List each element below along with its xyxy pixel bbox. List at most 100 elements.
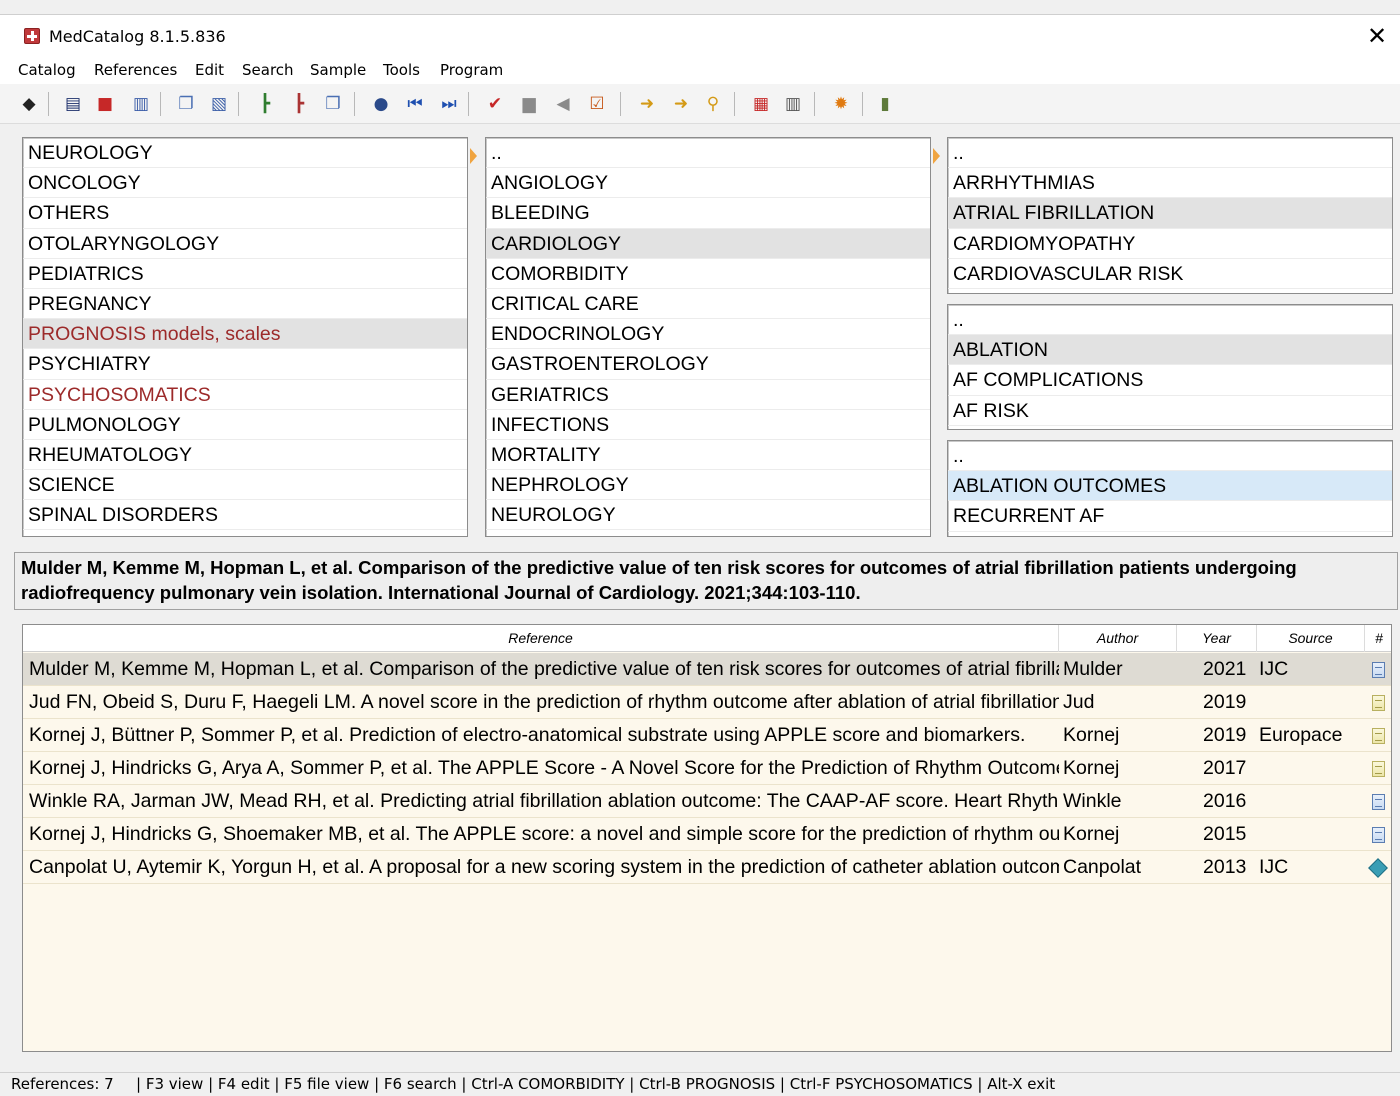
list-item[interactable]: AF COMPLICATIONS — [948, 365, 1392, 396]
yellow-doc-icon[interactable] — [1371, 694, 1385, 711]
list-item[interactable]: CARDIOVASCULAR RISK — [948, 259, 1392, 289]
menu-search[interactable]: Search — [242, 61, 294, 79]
keyboard-shortcuts: | F3 view | F4 edit | F5 file view | F6 … — [136, 1075, 1056, 1093]
export-icon[interactable]: ➜ — [670, 93, 692, 115]
copy-icon[interactable]: ❐ — [175, 93, 197, 115]
list-item[interactable]: SCIENCE — [23, 470, 467, 501]
list-item-parent[interactable]: .. — [948, 441, 1392, 472]
column-header-author[interactable]: Author — [1059, 625, 1177, 652]
list-item[interactable]: PSYCHOSOMATICS — [23, 380, 467, 410]
column-header-source[interactable]: Source — [1257, 625, 1365, 652]
binoculars-icon[interactable]: ● — [370, 93, 392, 115]
column-header-year[interactable]: Year — [1177, 625, 1257, 652]
check-icon[interactable]: ✔ — [484, 93, 506, 115]
column-header-reference[interactable]: Reference — [23, 625, 1059, 652]
list-item-selected[interactable]: PROGNOSIS models, scales — [23, 319, 467, 350]
list-item[interactable]: CARDIOMYOPATHY — [948, 229, 1392, 259]
list-item-parent[interactable]: .. — [948, 138, 1392, 169]
category-list-level1[interactable]: NEUROLOGY ONCOLOGY OTHERS OTOLARYNGOLOGY… — [22, 137, 468, 537]
clipboard-icon[interactable]: ▤ — [62, 93, 84, 115]
list-item[interactable]: RHEUMATOLOGY — [23, 440, 467, 471]
last-icon[interactable]: ⏭ — [438, 93, 460, 115]
list-item[interactable]: SPINAL DISORDERS — [23, 500, 467, 531]
close-button[interactable]: ✕ — [1354, 15, 1400, 57]
open-book-icon[interactable]: ▥ — [130, 93, 152, 115]
table-row[interactable]: Winkle RA, Jarman JW, Mead RH, et al. Pr… — [23, 785, 1391, 818]
column-header-number[interactable]: # — [1365, 625, 1391, 652]
menu-program[interactable]: Program — [440, 61, 503, 79]
list-item-selected[interactable]: CARDIOLOGY — [486, 228, 930, 259]
add-branch-icon[interactable]: ┣ — [254, 93, 276, 115]
menu-catalog[interactable]: Catalog — [18, 61, 76, 79]
first-icon[interactable]: ⏮ — [404, 93, 426, 115]
eraser-icon[interactable]: ◆ — [18, 93, 40, 115]
table-row[interactable]: Kornej J, Hindricks G, Shoemaker MB, et … — [23, 818, 1391, 851]
blue-doc-icon[interactable] — [1371, 661, 1385, 678]
blue-doc-icon[interactable] — [1371, 826, 1385, 843]
delete-branch-icon[interactable]: ┣ — [288, 93, 310, 115]
list-item[interactable]: MORTALITY — [486, 440, 930, 471]
app-icon — [24, 28, 40, 44]
toolbar-separator — [468, 92, 469, 116]
yellow-doc-icon[interactable] — [1371, 760, 1385, 777]
import-icon[interactable]: ➜ — [636, 93, 658, 115]
list-item[interactable]: NEUROLOGY — [486, 500, 930, 531]
blue-doc-icon[interactable] — [1371, 793, 1385, 810]
diamond-icon[interactable] — [1368, 857, 1388, 878]
list-item[interactable]: COMORBIDITY — [486, 259, 930, 289]
list-item[interactable]: CRITICAL CARE — [486, 289, 930, 320]
yellow-doc-icon[interactable] — [1371, 727, 1385, 744]
settings-gear-icon[interactable]: ✹ — [830, 93, 852, 115]
list-item[interactable]: PULMONOLOGY — [23, 410, 467, 440]
category-list-level5[interactable]: .. ABLATION OUTCOMES RECURRENT AF — [947, 440, 1393, 537]
list-item[interactable]: ONCOLOGY — [23, 168, 467, 199]
list-item[interactable]: OTOLARYNGOLOGY — [23, 229, 467, 259]
checklist-icon[interactable]: ☑ — [586, 93, 608, 115]
cell-author: Mulder — [1063, 658, 1123, 680]
gray-doc-icon[interactable]: ▆ — [518, 93, 540, 115]
table-row[interactable]: Canpolat U, Aytemir K, Yorgun H, et al. … — [23, 851, 1391, 884]
add-db-icon[interactable]: ▦ — [750, 93, 772, 115]
list-item-selected[interactable]: ATRIAL FIBRILLATION — [948, 198, 1392, 229]
menu-references[interactable]: References — [94, 61, 177, 79]
list-item-selected[interactable]: ABLATION — [948, 335, 1392, 366]
category-list-level4[interactable]: .. ABLATION AF COMPLICATIONS AF RISK — [947, 304, 1393, 430]
list-item[interactable]: GASTROENTEROLOGY — [486, 349, 930, 380]
list-item[interactable]: ARRHYTHMIAS — [948, 168, 1392, 199]
list-item[interactable]: OTHERS — [23, 198, 467, 229]
list-item[interactable]: NEUROLOGY — [23, 138, 467, 169]
category-list-level3[interactable]: .. ARRHYTHMIAS ATRIAL FIBRILLATION CARDI… — [947, 137, 1393, 294]
menu-edit[interactable]: Edit — [195, 61, 224, 79]
list-item[interactable]: ENDOCRINOLOGY — [486, 319, 930, 350]
list-item[interactable]: AF RISK — [948, 396, 1392, 426]
list-item[interactable]: RECURRENT AF — [948, 501, 1392, 532]
table-row[interactable]: Mulder M, Kemme M, Hopman L, et al. Comp… — [23, 653, 1391, 686]
list-item[interactable]: INFECTIONS — [486, 410, 930, 440]
trash-icon[interactable]: ▥ — [782, 93, 804, 115]
list-item[interactable]: PEDIATRICS — [23, 259, 467, 289]
table-row[interactable]: Kornej J, Hindricks G, Arya A, Sommer P,… — [23, 752, 1391, 785]
category-list-level2[interactable]: .. ANGIOLOGY BLEEDING CARDIOLOGY COMORBI… — [485, 137, 931, 537]
list-item-selected[interactable]: ABLATION OUTCOMES — [948, 471, 1392, 502]
list-item[interactable]: PSYCHIATRY — [23, 349, 467, 380]
table-row[interactable]: Kornej J, Büttner P, Sommer P, et al. Pr… — [23, 719, 1391, 752]
references-table[interactable]: Reference Author Year Source # Mulder M,… — [22, 624, 1392, 1052]
list-item[interactable]: NEPHROLOGY — [486, 470, 930, 501]
list-item-parent[interactable]: .. — [948, 305, 1392, 336]
copy-branch-icon[interactable]: ❐ — [322, 93, 344, 115]
menu-tools[interactable]: Tools — [383, 61, 420, 79]
word-icon[interactable]: ▧ — [208, 93, 230, 115]
exit-door-icon[interactable]: ▮ — [874, 93, 896, 115]
list-item[interactable]: GERIATRICS — [486, 380, 930, 410]
list-item-parent[interactable]: .. — [486, 138, 930, 169]
table-row[interactable]: Jud FN, Obeid S, Duru F, Haegeli LM. A n… — [23, 686, 1391, 719]
toolbar-separator — [734, 92, 735, 116]
find-doc-icon[interactable]: ⚲ — [702, 93, 724, 115]
gray-back-icon[interactable]: ◀ — [552, 93, 574, 115]
list-item[interactable]: ANGIOLOGY — [486, 168, 930, 199]
menu-sample[interactable]: Sample — [310, 61, 366, 79]
list-item[interactable]: PREGNANCY — [23, 289, 467, 320]
list-item[interactable]: BLEEDING — [486, 198, 930, 229]
cell-year: 2021 — [1203, 658, 1247, 680]
red-book-icon[interactable]: ■ — [94, 93, 116, 115]
